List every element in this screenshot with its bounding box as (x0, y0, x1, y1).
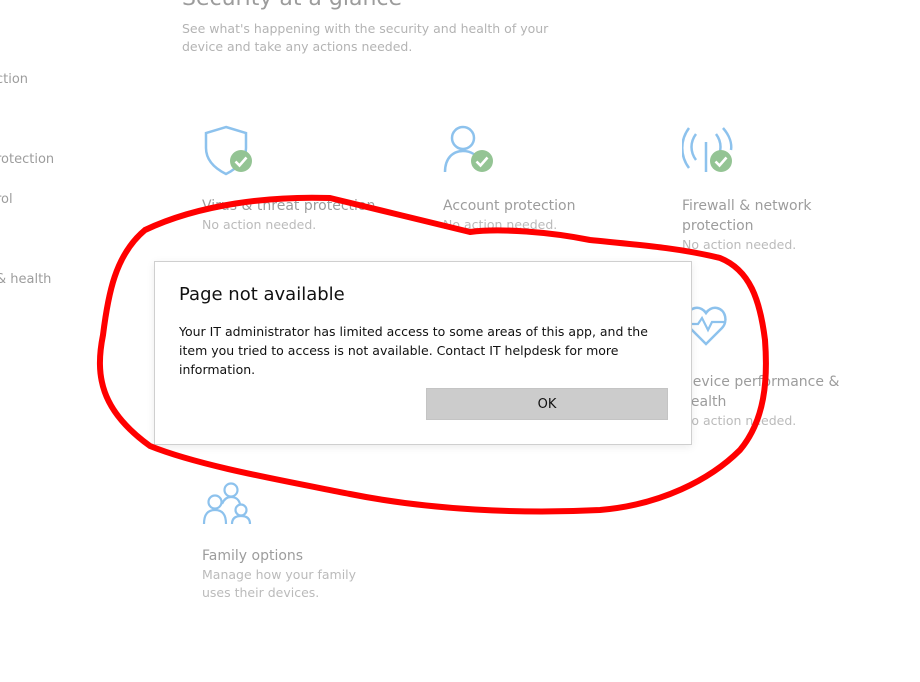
tile-status: No action needed. (682, 413, 797, 428)
dialog-message: Your IT administrator has limited access… (179, 324, 648, 377)
tile-virus-threat-protection[interactable]: Virus & threat protection No action need… (202, 124, 402, 234)
sidebar-item-app-browser-control[interactable]: rol (0, 192, 13, 207)
tile-title: Firewall & network protection (682, 198, 812, 234)
tile-title: Device performance & health (682, 374, 840, 410)
sidebar-item-device-health[interactable]: & health (0, 272, 51, 287)
shield-check-icon (202, 124, 266, 188)
tile-family-options[interactable]: Family options Manage how your family us… (202, 482, 402, 602)
dialog-title: Page not available (179, 284, 345, 305)
person-check-icon (443, 124, 507, 188)
tile-title: Virus & threat protection (202, 198, 376, 214)
tile-status: No action needed. (202, 217, 317, 232)
sidebar: ction rotection rol & health (0, 0, 140, 682)
page-not-available-dialog: Page not available Your IT administrator… (154, 261, 692, 445)
ok-button[interactable]: OK (426, 388, 668, 420)
sidebar-item-virus-protection[interactable]: ction (0, 72, 28, 87)
tile-title: Account protection (443, 198, 576, 214)
tile-account-protection[interactable]: Account protection No action needed. (443, 124, 643, 234)
family-icon (202, 482, 266, 538)
page-title: Security at a glance (182, 0, 402, 11)
tile-status: Manage how your family uses their device… (202, 567, 357, 600)
tile-device-performance-health[interactable]: Device performance & health No action ne… (682, 300, 852, 430)
tile-status: No action needed. (443, 217, 558, 232)
sidebar-item-firewall-protection[interactable]: rotection (0, 152, 54, 167)
tile-title: Family options (202, 548, 304, 564)
page-subtitle: See what's happening with the security a… (182, 21, 549, 54)
tile-status: No action needed. (682, 237, 797, 252)
antenna-check-icon (681, 124, 746, 188)
tile-firewall-network-protection[interactable]: Firewall & network protection No action … (681, 124, 852, 254)
